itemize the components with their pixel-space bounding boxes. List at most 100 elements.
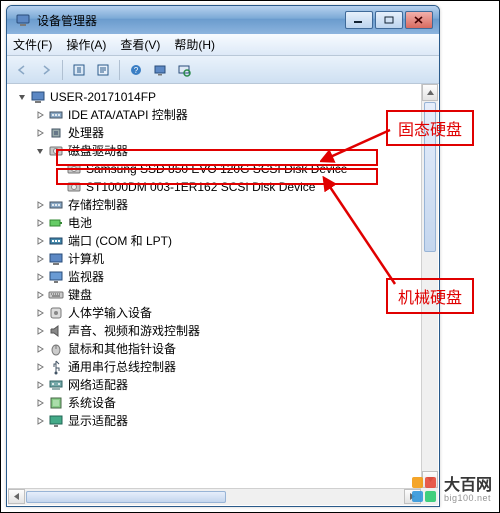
app-icon [15, 12, 31, 28]
expander-icon[interactable] [16, 91, 28, 103]
controller-icon [48, 107, 64, 123]
tree-item-label: 端口 (COM 和 LPT) [68, 232, 172, 250]
titlebar[interactable]: 设备管理器 [7, 6, 439, 34]
expander-icon[interactable] [34, 109, 46, 121]
disk-icon [66, 179, 82, 195]
properties-button[interactable] [92, 59, 114, 81]
expander-icon[interactable] [34, 253, 46, 265]
expander-spacer [52, 181, 64, 193]
scan-button[interactable] [173, 59, 195, 81]
tree-item[interactable]: 显示适配器 [12, 412, 438, 430]
scrollbar-horizontal[interactable] [8, 488, 421, 505]
monitor-icon [48, 269, 64, 285]
tree-item-label: 磁盘驱动器 [68, 142, 128, 160]
tree-item[interactable]: 网络适配器 [12, 376, 438, 394]
tree-item[interactable]: 鼠标和其他指针设备 [12, 340, 438, 358]
disk-icon [66, 161, 82, 177]
port-icon [48, 233, 64, 249]
tree-item[interactable]: 处理器 [12, 124, 438, 142]
show-hidden-button[interactable] [149, 59, 171, 81]
expander-icon[interactable] [34, 199, 46, 211]
expander-icon[interactable] [34, 361, 46, 373]
cpu-icon [48, 125, 64, 141]
tree-item-label: 人体学输入设备 [68, 304, 152, 322]
menu-view[interactable]: 查看(V) [120, 36, 160, 53]
tree-item[interactable]: 磁盘驱动器 [12, 142, 438, 160]
expander-icon[interactable] [34, 325, 46, 337]
tree-item-label: 处理器 [68, 124, 104, 142]
expander-icon[interactable] [34, 145, 46, 157]
maximize-button[interactable] [375, 11, 403, 29]
minimize-button[interactable] [345, 11, 373, 29]
watermark-text: 大百网 [444, 478, 492, 494]
tree-item-label: 网络适配器 [68, 376, 128, 394]
hid-icon [48, 305, 64, 321]
battery-icon [48, 215, 64, 231]
expander-icon[interactable] [34, 271, 46, 283]
tree-item[interactable]: 监视器 [12, 268, 438, 286]
expander-icon[interactable] [34, 235, 46, 247]
tree-panel: USER-20171014FPIDE ATA/ATAPI 控制器处理器磁盘驱动器… [8, 84, 438, 505]
tree-root-label: USER-20171014FP [50, 88, 156, 106]
hdd-callout: 机械硬盘 [386, 278, 474, 314]
controller-icon [48, 197, 64, 213]
tree-item[interactable]: IDE ATA/ATAPI 控制器 [12, 106, 438, 124]
tree-root[interactable]: USER-20171014FP [12, 88, 438, 106]
tree-item[interactable]: 存储控制器 [12, 196, 438, 214]
device-manager-window: 设备管理器 文件(F) 操作(A) 查看(V) 帮助(H) ? USER-201… [6, 5, 440, 507]
menu-help[interactable]: 帮助(H) [174, 36, 215, 53]
tree-item[interactable]: 系统设备 [12, 394, 438, 412]
tree-item-label: 通用串行总线控制器 [68, 358, 176, 376]
updown-button[interactable] [68, 59, 90, 81]
expander-icon[interactable] [34, 217, 46, 229]
system-icon [48, 395, 64, 411]
tree-item-label: 监视器 [68, 268, 104, 286]
tree-item[interactable]: 声音、视频和游戏控制器 [12, 322, 438, 340]
tree-item[interactable]: 人体学输入设备 [12, 304, 438, 322]
disk-icon [48, 143, 64, 159]
tree-item[interactable]: 计算机 [12, 250, 438, 268]
toolbar-separator [62, 60, 63, 80]
menu-action[interactable]: 操作(A) [66, 36, 106, 53]
menu-file[interactable]: 文件(F) [13, 36, 52, 53]
close-button[interactable] [405, 11, 433, 29]
toolbar: ? [7, 56, 439, 84]
scroll-left-button[interactable] [8, 489, 25, 504]
tree-item-label: IDE ATA/ATAPI 控制器 [68, 106, 188, 124]
tree-item[interactable]: 端口 (COM 和 LPT) [12, 232, 438, 250]
expander-icon[interactable] [34, 127, 46, 139]
tree-subitem[interactable]: ST1000DM 003-1ER162 SCSI Disk Device [12, 178, 438, 196]
back-button[interactable] [11, 59, 33, 81]
watermark: 大百网 big100.net [412, 477, 492, 503]
tree-subitem-label: ST1000DM 003-1ER162 SCSI Disk Device [86, 178, 315, 196]
scroll-thumb-horizontal[interactable] [26, 491, 226, 503]
expander-icon[interactable] [34, 289, 46, 301]
display-icon [48, 413, 64, 429]
tree-item[interactable]: 电池 [12, 214, 438, 232]
computer-icon [48, 251, 64, 267]
watermark-url: big100.net [444, 494, 492, 503]
expander-icon[interactable] [34, 415, 46, 427]
tree-item-label: 键盘 [68, 286, 92, 304]
tree-item-label: 鼠标和其他指针设备 [68, 340, 176, 358]
forward-button[interactable] [35, 59, 57, 81]
tree-item-label: 存储控制器 [68, 196, 128, 214]
watermark-logo-icon [412, 477, 438, 503]
expander-icon[interactable] [34, 343, 46, 355]
tree-item[interactable]: 通用串行总线控制器 [12, 358, 438, 376]
mouse-icon [48, 341, 64, 357]
tree-subitem-label: Samsung SSD 850 EVO 120G SCSI Disk Devic… [86, 160, 347, 178]
sound-icon [48, 323, 64, 339]
expander-icon[interactable] [34, 307, 46, 319]
computer-icon [30, 89, 46, 105]
scroll-up-button[interactable] [422, 84, 438, 101]
expander-icon[interactable] [34, 397, 46, 409]
ssd-callout: 固态硬盘 [386, 110, 474, 146]
help-button[interactable]: ? [125, 59, 147, 81]
tree-item-label: 电池 [68, 214, 92, 232]
tree-item-label: 声音、视频和游戏控制器 [68, 322, 200, 340]
expander-icon[interactable] [34, 379, 46, 391]
tree-subitem[interactable]: Samsung SSD 850 EVO 120G SCSI Disk Devic… [12, 160, 438, 178]
usb-icon [48, 359, 64, 375]
tree-item[interactable]: 键盘 [12, 286, 438, 304]
